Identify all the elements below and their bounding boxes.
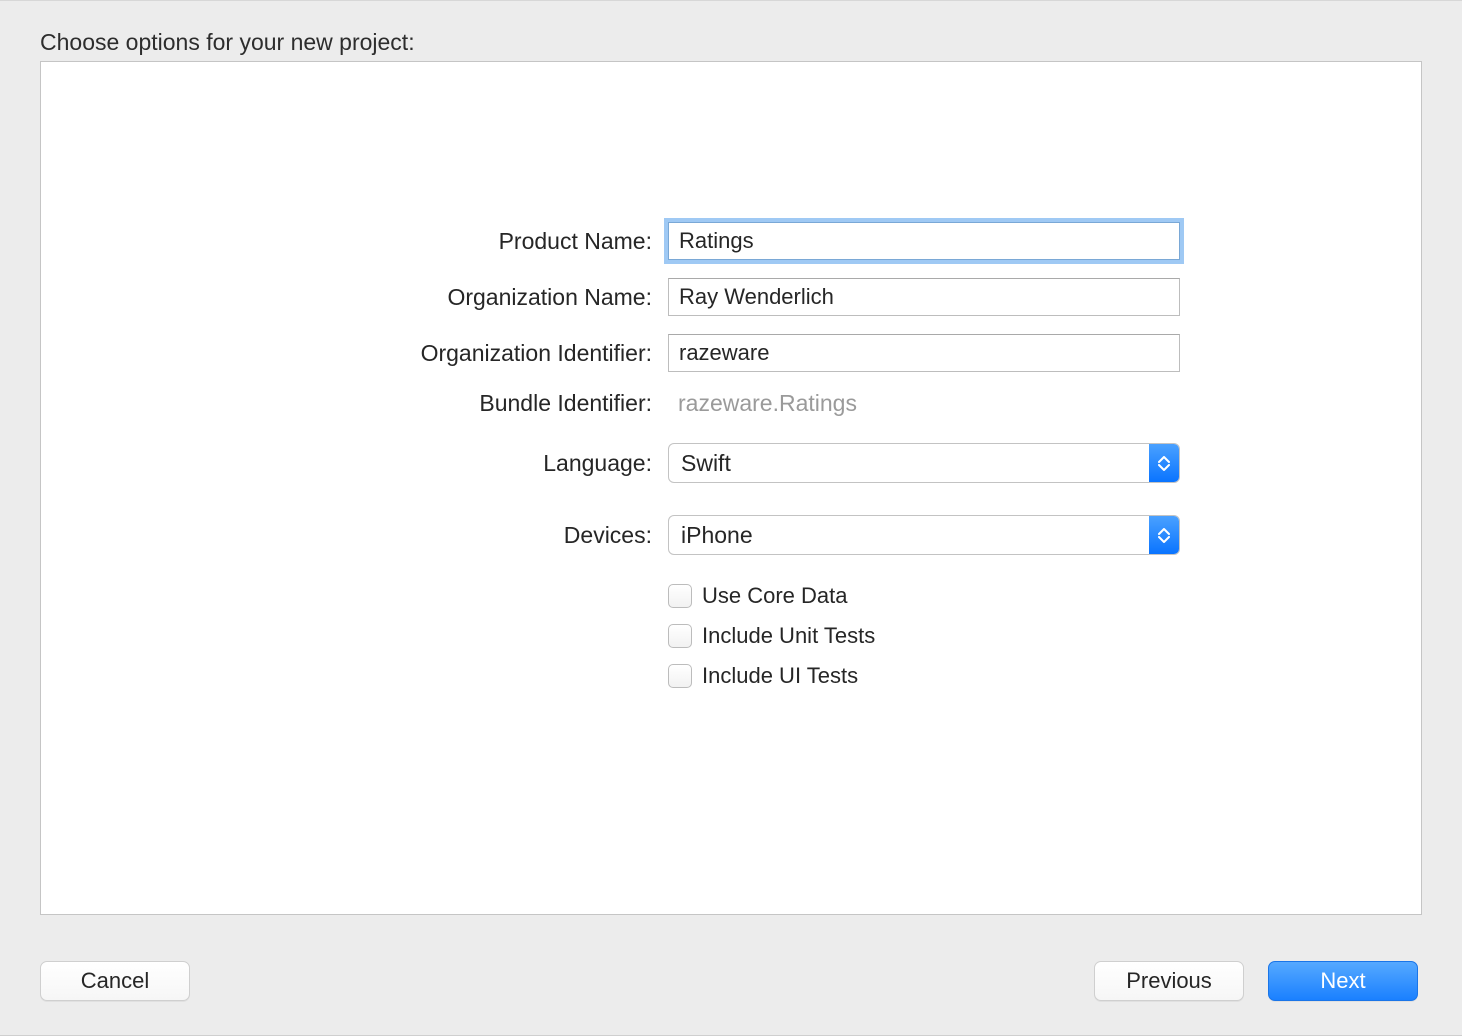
include-unit-tests-row: Include Unit Tests <box>668 619 1180 653</box>
options-panel: Product Name: Organization Name: Organiz… <box>40 61 1422 915</box>
previous-button[interactable]: Previous <box>1094 961 1244 1001</box>
bundle-identifier-label: Bundle Identifier: <box>282 390 652 417</box>
up-down-chevron-icon <box>1149 444 1179 482</box>
use-core-data-row: Use Core Data <box>668 579 1180 613</box>
organization-identifier-input[interactable] <box>668 334 1180 372</box>
project-options-form: Product Name: Organization Name: Organiz… <box>282 222 1180 693</box>
product-name-input[interactable] <box>668 222 1180 260</box>
organization-name-label: Organization Name: <box>282 284 652 311</box>
page-title: Choose options for your new project: <box>40 29 415 56</box>
footer-right-group: Previous Next <box>1094 961 1418 1001</box>
next-button[interactable]: Next <box>1268 961 1418 1001</box>
bundle-identifier-value: razeware.Ratings <box>668 390 1180 417</box>
include-ui-tests-row: Include UI Tests <box>668 659 1180 693</box>
include-ui-tests-checkbox[interactable] <box>668 664 692 688</box>
devices-select-value: iPhone <box>681 522 753 549</box>
new-project-options-dialog: Choose options for your new project: Pro… <box>0 0 1462 1036</box>
include-unit-tests-label: Include Unit Tests <box>702 623 875 649</box>
devices-label: Devices: <box>282 522 652 549</box>
cancel-button[interactable]: Cancel <box>40 961 190 1001</box>
include-ui-tests-label: Include UI Tests <box>702 663 858 689</box>
devices-select[interactable]: iPhone <box>668 515 1180 555</box>
product-name-label: Product Name: <box>282 228 652 255</box>
language-label: Language: <box>282 450 652 477</box>
options-checkbox-group: Use Core Data Include Unit Tests Include… <box>668 573 1180 693</box>
use-core-data-label: Use Core Data <box>702 583 848 609</box>
dialog-footer: Cancel Previous Next <box>40 961 1418 1001</box>
include-unit-tests-checkbox[interactable] <box>668 624 692 648</box>
organization-name-input[interactable] <box>668 278 1180 316</box>
language-select[interactable]: Swift <box>668 443 1180 483</box>
up-down-chevron-icon <box>1149 516 1179 554</box>
use-core-data-checkbox[interactable] <box>668 584 692 608</box>
organization-identifier-label: Organization Identifier: <box>282 340 652 367</box>
language-select-value: Swift <box>681 450 731 477</box>
